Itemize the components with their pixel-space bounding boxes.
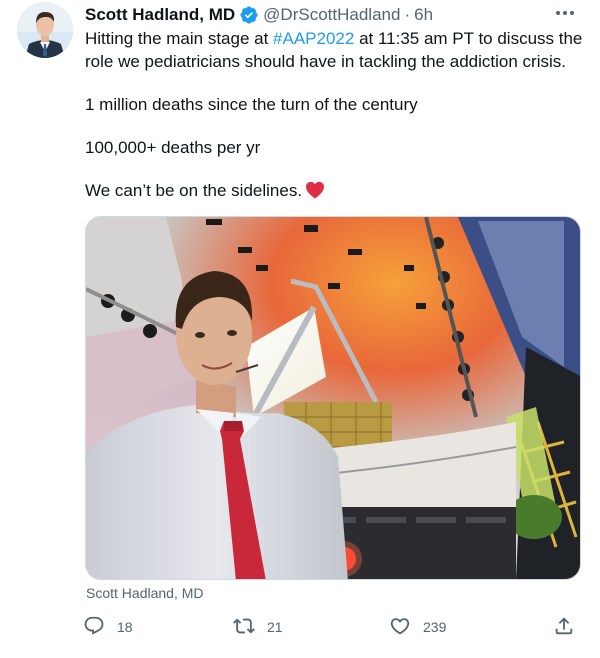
reply-icon	[83, 615, 105, 640]
retweet-button[interactable]: 21	[233, 615, 283, 639]
tweet-text: Hitting the main stage at #AAP2022 at 11…	[85, 27, 585, 205]
verified-badge-icon	[239, 5, 259, 25]
media-caption: Scott Hadland, MD	[86, 585, 204, 601]
display-name[interactable]: Scott Hadland, MD	[85, 5, 235, 25]
text-segment: Hitting the main stage at	[85, 29, 274, 48]
like-button[interactable]: 239	[389, 615, 446, 639]
tweet-paragraph-4: We can’t be on the sidelines.	[85, 179, 585, 205]
avatar[interactable]	[17, 2, 73, 58]
share-button[interactable]	[553, 615, 575, 639]
tweet-paragraph-1: Hitting the main stage at #AAP2022 at 11…	[85, 27, 585, 73]
tweet-actions: 18 21 239	[83, 615, 583, 639]
separator-dot: ·	[404, 5, 411, 24]
share-icon	[553, 615, 575, 640]
tweet-paragraph-3: 100,000+ deaths per yr	[85, 138, 261, 157]
selfie-photo	[86, 217, 580, 579]
timestamp[interactable]: 6h	[414, 5, 433, 25]
red-heart-icon	[305, 181, 325, 205]
hashtag-link[interactable]: #AAP2022	[273, 29, 354, 48]
reply-count: 18	[117, 619, 133, 635]
retweet-count: 21	[267, 619, 283, 635]
more-options-icon[interactable]	[550, 6, 580, 20]
tweet-paragraph-2: 1 million deaths since the turn of the c…	[85, 95, 418, 114]
tweet-media-photo[interactable]	[85, 216, 581, 580]
heart-icon	[389, 615, 411, 640]
retweet-icon	[233, 615, 255, 640]
text-segment: We can’t be on the sidelines.	[85, 181, 303, 200]
tweet-header: Scott Hadland, MD @DrScottHadland · 6h	[85, 3, 433, 27]
reply-button[interactable]: 18	[83, 615, 133, 639]
tweet[interactable]: Scott Hadland, MD @DrScottHadland · 6h H…	[0, 0, 600, 658]
like-count: 239	[423, 619, 447, 635]
avatar-image	[17, 2, 73, 58]
user-handle[interactable]: @DrScottHadland	[263, 5, 400, 25]
